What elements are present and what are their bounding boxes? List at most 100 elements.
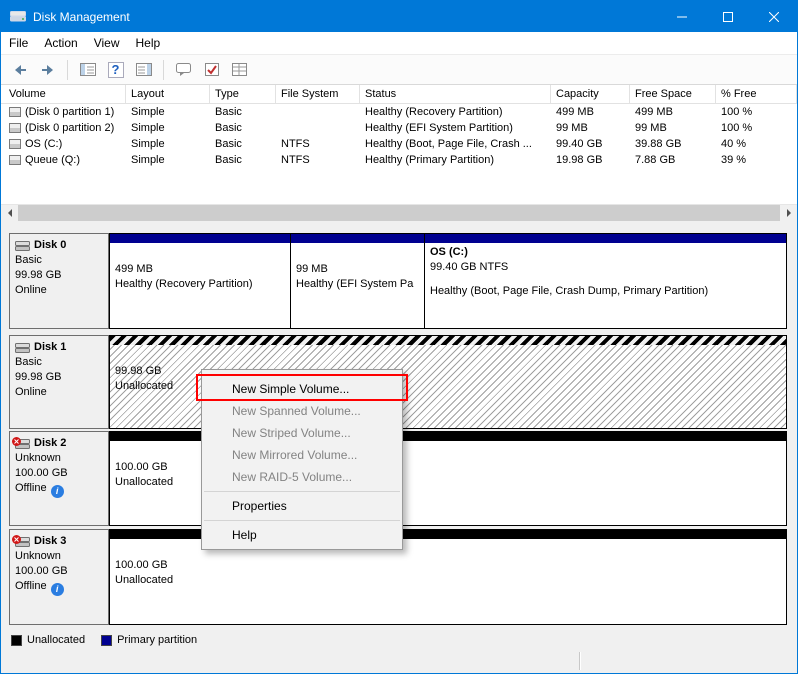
table-row[interactable]: (Disk 0 partition 1) Simple Basic Health…	[1, 104, 797, 120]
info-icon[interactable]: i	[51, 583, 64, 596]
col-capacity[interactable]: Capacity	[551, 85, 630, 103]
maximize-button[interactable]	[705, 1, 751, 32]
disk2-status: Offline	[15, 482, 47, 494]
cell-status: Healthy (Recovery Partition)	[360, 104, 551, 120]
properties-bubble-icon[interactable]	[171, 58, 196, 82]
menu-new-raid5-volume: New RAID-5 Volume...	[202, 466, 402, 488]
scrollbar-thumb[interactable]	[18, 205, 780, 221]
disk2-kind: Unknown	[15, 451, 103, 466]
disk1-status: Online	[15, 385, 103, 400]
partition-status: Healthy (Recovery Partition)	[115, 277, 285, 292]
disk0-partition3[interactable]: OS (C:) 99.40 GB NTFS Healthy (Boot, Pag…	[424, 233, 787, 329]
disk-icon	[15, 342, 30, 354]
action-pane-icon[interactable]	[131, 58, 156, 82]
table-row[interactable]: (Disk 0 partition 2) Simple Basic Health…	[1, 120, 797, 136]
col-freespace[interactable]: Free Space	[630, 85, 716, 103]
table-row[interactable]: OS (C:) Simple Basic NTFS Healthy (Boot,…	[1, 136, 797, 152]
help-icon[interactable]: ?	[103, 58, 128, 82]
disk0-partition2[interactable]: 99 MB Healthy (EFI System Pa	[290, 233, 425, 329]
disk3-info-panel[interactable]: Disk 3 Unknown 100.00 GB Offlinei	[9, 529, 109, 625]
check-disk-icon[interactable]	[199, 58, 224, 82]
cell-capacity: 99.40 GB	[551, 136, 630, 152]
menu-new-simple-volume[interactable]: New Simple Volume...	[202, 378, 402, 400]
toolbar-separator	[67, 60, 68, 80]
menu-properties[interactable]: Properties	[202, 495, 402, 517]
primary-partition-strip	[110, 234, 290, 243]
disk2-size: 100.00 GB	[15, 466, 103, 481]
scroll-left-icon[interactable]	[1, 205, 18, 221]
volume-icon	[9, 139, 21, 149]
cell-filesystem: NTFS	[276, 152, 360, 168]
cell-percentfree: 100 %	[716, 120, 797, 136]
close-button[interactable]	[751, 1, 797, 32]
primary-partition-color-swatch	[101, 635, 112, 646]
menu-action[interactable]: Action	[36, 32, 85, 54]
disk1-label: Disk 1	[34, 340, 66, 355]
region-size: 100.00 GB	[115, 558, 781, 573]
disk-icon	[15, 240, 30, 252]
col-layout[interactable]: Layout	[126, 85, 210, 103]
volume-table-header: Volume Layout Type File System Status Ca…	[1, 85, 797, 104]
col-percentfree[interactable]: % Free	[716, 85, 797, 103]
disk1-info-panel[interactable]: Disk 1 Basic 99.98 GB Online	[9, 335, 109, 429]
title-bar[interactable]: Disk Management	[1, 1, 797, 32]
disk0-partition1[interactable]: 499 MB Healthy (Recovery Partition)	[109, 233, 291, 329]
back-icon[interactable]	[7, 58, 32, 82]
partition-status: Healthy (Boot, Page File, Crash Dump, Pr…	[430, 284, 781, 299]
disk1-size: 99.98 GB	[15, 370, 103, 385]
cell-volume: (Disk 0 partition 1)	[25, 104, 114, 120]
menu-new-spanned-volume: New Spanned Volume...	[202, 400, 402, 422]
menu-help[interactable]: Help	[202, 524, 402, 546]
menu-new-striped-volume: New Striped Volume...	[202, 422, 402, 444]
menu-separator	[204, 520, 400, 521]
disk3-status: Offline	[15, 580, 47, 592]
partition-size: 99 MB	[296, 262, 419, 277]
menu-view[interactable]: View	[86, 32, 128, 54]
menu-separator	[204, 491, 400, 492]
minimize-button[interactable]	[659, 1, 705, 32]
disk2-info-panel[interactable]: Disk 2 Unknown 100.00 GB Offlinei	[9, 431, 109, 526]
cell-type: Basic	[210, 152, 276, 168]
disk0-body: 499 MB Healthy (Recovery Partition) 99 M…	[109, 233, 787, 329]
disk0-kind: Basic	[15, 253, 103, 268]
cell-layout: Simple	[126, 120, 210, 136]
cell-volume: OS (C:)	[25, 136, 62, 152]
table-row[interactable]: Queue (Q:) Simple Basic NTFS Healthy (Pr…	[1, 152, 797, 168]
col-volume[interactable]: Volume	[1, 85, 126, 103]
status-bar	[1, 649, 797, 673]
col-type[interactable]: Type	[210, 85, 276, 103]
disk1-kind: Basic	[15, 355, 103, 370]
disk0-info-panel[interactable]: Disk 0 Basic 99.98 GB Online	[9, 233, 109, 329]
legend-unallocated: Unallocated	[11, 634, 85, 646]
disk0-status: Online	[15, 283, 103, 298]
cell-filesystem	[276, 104, 360, 120]
region-state: Unallocated	[115, 573, 781, 588]
horizontal-scrollbar[interactable]	[1, 204, 797, 221]
cell-freespace: 99 MB	[630, 120, 716, 136]
cell-layout: Simple	[126, 136, 210, 152]
volume-icon	[9, 107, 21, 117]
cell-layout: Simple	[126, 152, 210, 168]
forward-icon[interactable]	[35, 58, 60, 82]
primary-partition-strip	[425, 234, 786, 243]
cell-freespace: 7.88 GB	[630, 152, 716, 168]
cell-status: Healthy (Primary Partition)	[360, 152, 551, 168]
legend-bar: Unallocated Primary partition	[1, 631, 797, 649]
unallocated-color-swatch	[11, 635, 22, 646]
cell-status: Healthy (Boot, Page File, Crash ...	[360, 136, 551, 152]
partition-name: OS (C:)	[430, 245, 781, 260]
col-status[interactable]: Status	[360, 85, 551, 103]
disk-management-window: Disk Management File Action View Help	[0, 0, 798, 674]
menu-help[interactable]: Help	[128, 32, 169, 54]
cell-percentfree: 40 %	[716, 136, 797, 152]
cell-capacity: 99 MB	[551, 120, 630, 136]
volume-list-pane: Volume Layout Type File System Status Ca…	[1, 85, 797, 204]
cell-type: Basic	[210, 120, 276, 136]
info-icon[interactable]: i	[51, 485, 64, 498]
col-filesystem[interactable]: File System	[276, 85, 360, 103]
status-bar-divider	[579, 652, 581, 670]
scroll-right-icon[interactable]	[780, 205, 797, 221]
console-tree-icon[interactable]	[75, 58, 100, 82]
menu-file[interactable]: File	[1, 32, 36, 54]
volume-list-icon[interactable]	[227, 58, 252, 82]
